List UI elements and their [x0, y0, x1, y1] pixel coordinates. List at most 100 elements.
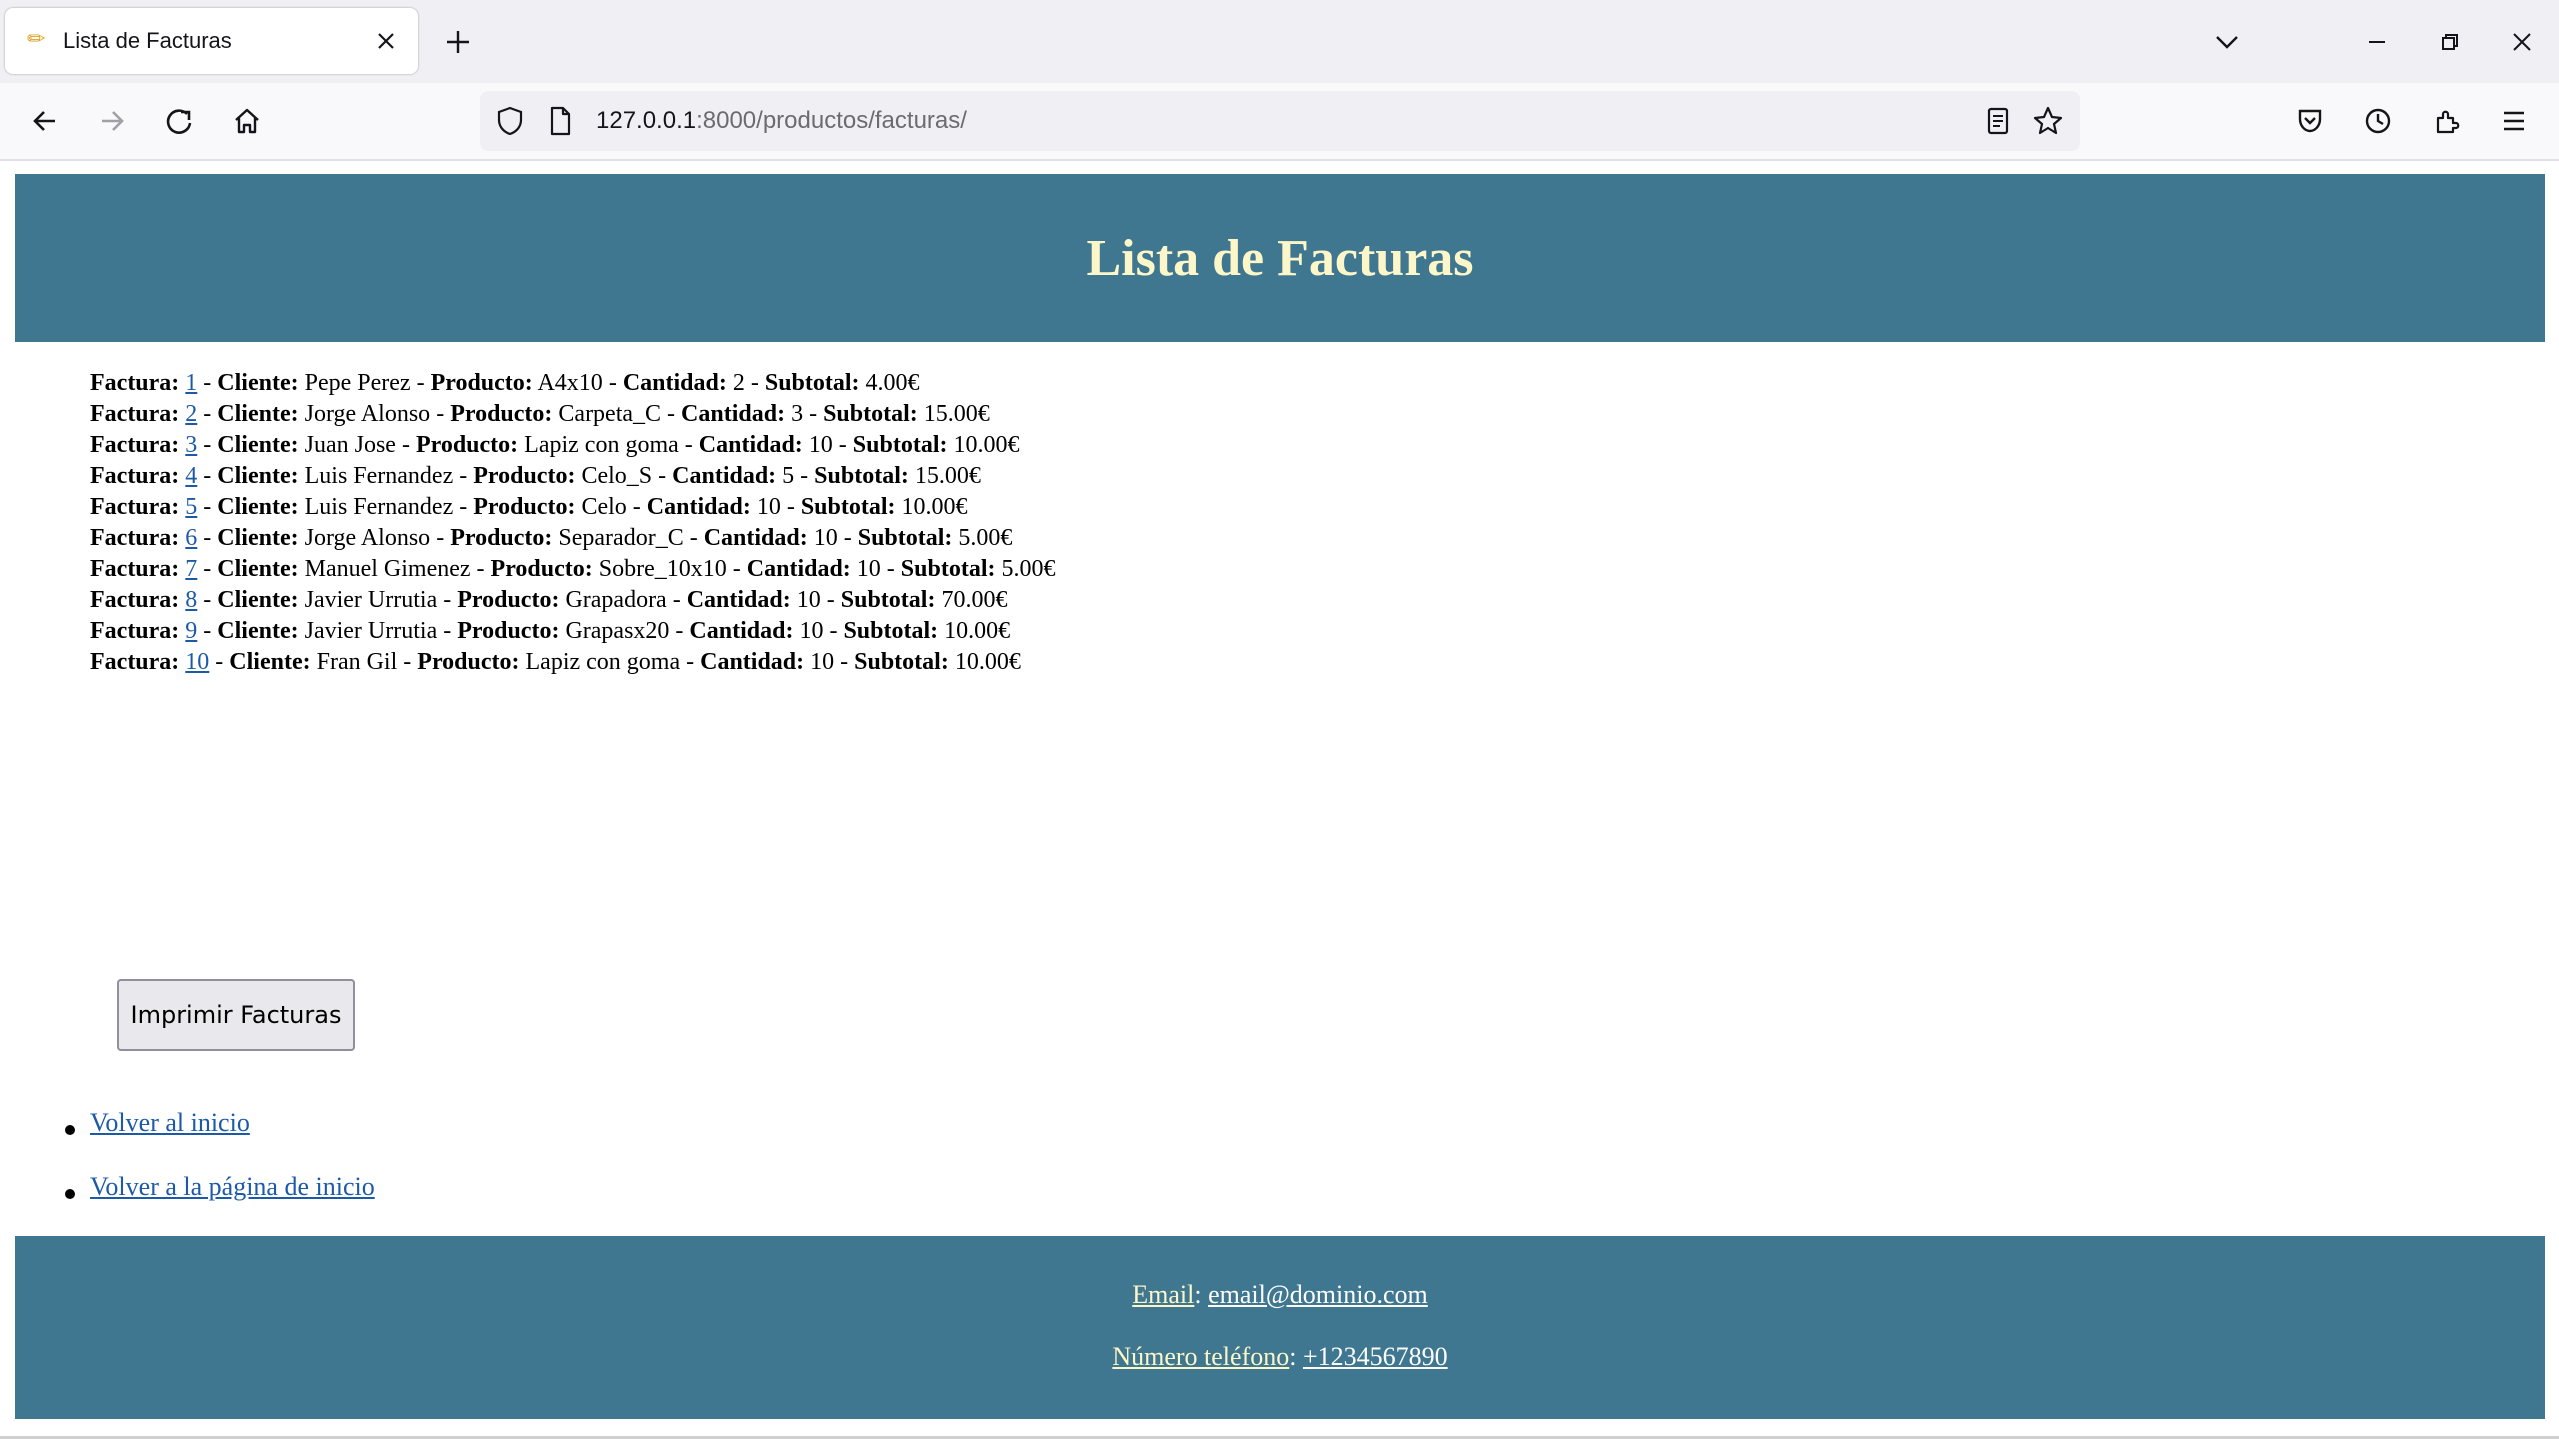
- client-label: Cliente:: [217, 463, 299, 489]
- client-label: Cliente:: [217, 494, 299, 520]
- invoice-row: Factura: 1 - Cliente: Pepe Perez - Produ…: [90, 370, 920, 396]
- invoice-row: Factura: 8 - Cliente: Javier Urrutia - P…: [90, 587, 1008, 613]
- product-label: Producto:: [490, 556, 593, 582]
- url-text[interactable]: 127.0.0.1:8000/productos/facturas/: [596, 91, 967, 151]
- print-invoices-button[interactable]: Imprimir Facturas: [117, 979, 355, 1051]
- bookmark-star-icon[interactable]: [2030, 103, 2066, 139]
- email-label: Email: [1132, 1280, 1195, 1309]
- client-value: Luis Fernandez: [304, 463, 454, 489]
- invoice-id-link[interactable]: 4: [185, 463, 197, 489]
- minimize-icon[interactable]: [2355, 20, 2399, 64]
- invoice-id-link[interactable]: 8: [185, 587, 197, 613]
- invoice-label: Factura:: [90, 556, 180, 582]
- invoice-row: Factura: 2 - Cliente: Jorge Alonso - Pro…: [90, 401, 990, 427]
- subtotal-label: Subtotal:: [840, 587, 936, 613]
- history-icon[interactable]: [2356, 99, 2400, 143]
- product-value: Celo_S: [581, 463, 653, 489]
- reader-view-icon[interactable]: [1980, 103, 2016, 139]
- back-to-start-link[interactable]: Volver al inicio: [90, 1108, 250, 1137]
- product-value: Grapasx20: [565, 618, 670, 644]
- invoice-id-link[interactable]: 7: [185, 556, 197, 582]
- quantity-label: Cantidad:: [681, 401, 786, 427]
- back-to-home-page-link[interactable]: Volver a la página de inicio: [90, 1172, 375, 1201]
- subtotal-value: 10.00€: [953, 432, 1020, 458]
- close-window-icon[interactable]: [2500, 20, 2544, 64]
- invoice-row: Factura: 4 - Cliente: Luis Fernandez - P…: [90, 463, 981, 489]
- navigation-toolbar: 127.0.0.1:8000/productos/facturas/: [0, 83, 2559, 161]
- forward-arrow-icon[interactable]: [90, 99, 134, 143]
- invoice-id-link[interactable]: 9: [185, 618, 197, 644]
- invoice-id-link[interactable]: 1: [185, 370, 197, 396]
- list-item: Volver al inicio: [58, 1108, 375, 1172]
- invoice-list: Factura: 1 - Cliente: Pepe Perez - Produ…: [90, 368, 1590, 678]
- subtotal-value: 5.00€: [1001, 556, 1056, 582]
- quantity-value: 10: [799, 618, 824, 644]
- client-value: Jorge Alonso: [304, 401, 431, 427]
- quantity-value: 2: [732, 370, 745, 396]
- subtotal-label: Subtotal:: [857, 525, 953, 551]
- page-icon[interactable]: [542, 103, 578, 139]
- invoice-id-link[interactable]: 10: [185, 649, 209, 675]
- invoice-label: Factura:: [90, 463, 180, 489]
- home-icon[interactable]: [225, 99, 269, 143]
- client-value: Pepe Perez: [304, 370, 411, 396]
- phone-link[interactable]: +1234567890: [1303, 1342, 1448, 1371]
- shield-icon[interactable]: [492, 103, 528, 139]
- client-value: Fran Gil: [316, 649, 398, 675]
- invoice-id-link[interactable]: 2: [185, 401, 197, 427]
- browser-tab[interactable]: ✏ Lista de Facturas: [5, 8, 418, 74]
- footer-email: Email: email@dominio.com: [1132, 1280, 1428, 1309]
- product-label: Producto:: [457, 618, 560, 644]
- product-label: Producto:: [450, 401, 553, 427]
- product-value: A4x10: [537, 370, 603, 396]
- reload-icon[interactable]: [157, 99, 201, 143]
- subtotal-label: Subtotal:: [814, 463, 909, 489]
- client-label: Cliente:: [217, 525, 299, 551]
- url-host: 127.0.0.1: [596, 107, 697, 134]
- quantity-label: Cantidad:: [746, 556, 851, 582]
- subtotal-value: 70.00€: [941, 587, 1008, 613]
- invoice-row: Factura: 10 - Cliente: Fran Gil - Produc…: [90, 649, 1021, 675]
- product-value: Celo: [581, 494, 627, 520]
- invoice-label: Factura:: [90, 370, 180, 396]
- product-label: Producto:: [473, 463, 576, 489]
- footer-phone: Número teléfono: +1234567890: [1112, 1342, 1448, 1371]
- plus-icon[interactable]: [438, 22, 478, 62]
- invoice-row: Factura: 6 - Cliente: Jorge Alonso - Pro…: [90, 525, 1013, 551]
- invoice-id-link[interactable]: 3: [185, 432, 197, 458]
- close-icon[interactable]: [372, 27, 400, 55]
- chevron-down-icon[interactable]: [2205, 20, 2249, 64]
- phone-label: Número teléfono: [1112, 1342, 1290, 1371]
- product-value: Lapiz con goma: [524, 432, 679, 458]
- back-arrow-icon[interactable]: [23, 99, 67, 143]
- client-label: Cliente:: [217, 432, 299, 458]
- subtotal-value: 15.00€: [914, 463, 981, 489]
- client-label: Cliente:: [229, 649, 311, 675]
- product-label: Producto:: [415, 432, 519, 458]
- hamburger-menu-icon[interactable]: [2492, 99, 2536, 143]
- quantity-label: Cantidad:: [703, 525, 808, 551]
- extensions-icon[interactable]: [2425, 99, 2469, 143]
- subtotal-label: Subtotal:: [843, 618, 939, 644]
- quantity-label: Cantidad:: [622, 370, 727, 396]
- email-link[interactable]: email@dominio.com: [1208, 1280, 1428, 1309]
- product-value: Separador_C: [558, 525, 684, 551]
- quantity-value: 10: [813, 525, 838, 551]
- client-label: Cliente:: [217, 587, 299, 613]
- quantity-value: 10: [796, 587, 821, 613]
- invoice-label: Factura:: [90, 618, 180, 644]
- page-header: Lista de Facturas: [15, 174, 2545, 342]
- invoice-label: Factura:: [90, 401, 180, 427]
- client-label: Cliente:: [217, 370, 299, 396]
- url-bar[interactable]: 127.0.0.1:8000/productos/facturas/: [480, 91, 2080, 151]
- invoice-id-link[interactable]: 6: [185, 525, 197, 551]
- restore-icon[interactable]: [2428, 20, 2472, 64]
- subtotal-label: Subtotal:: [800, 494, 896, 520]
- quantity-label: Cantidad:: [686, 587, 791, 613]
- invoice-row: Factura: 3 - Cliente: Juan Jose - Produc…: [90, 432, 1020, 458]
- invoice-id-link[interactable]: 5: [185, 494, 197, 520]
- pocket-icon[interactable]: [2288, 99, 2332, 143]
- client-label: Cliente:: [217, 556, 299, 582]
- subtotal-value: 15.00€: [923, 401, 990, 427]
- subtotal-label: Subtotal:: [854, 649, 949, 675]
